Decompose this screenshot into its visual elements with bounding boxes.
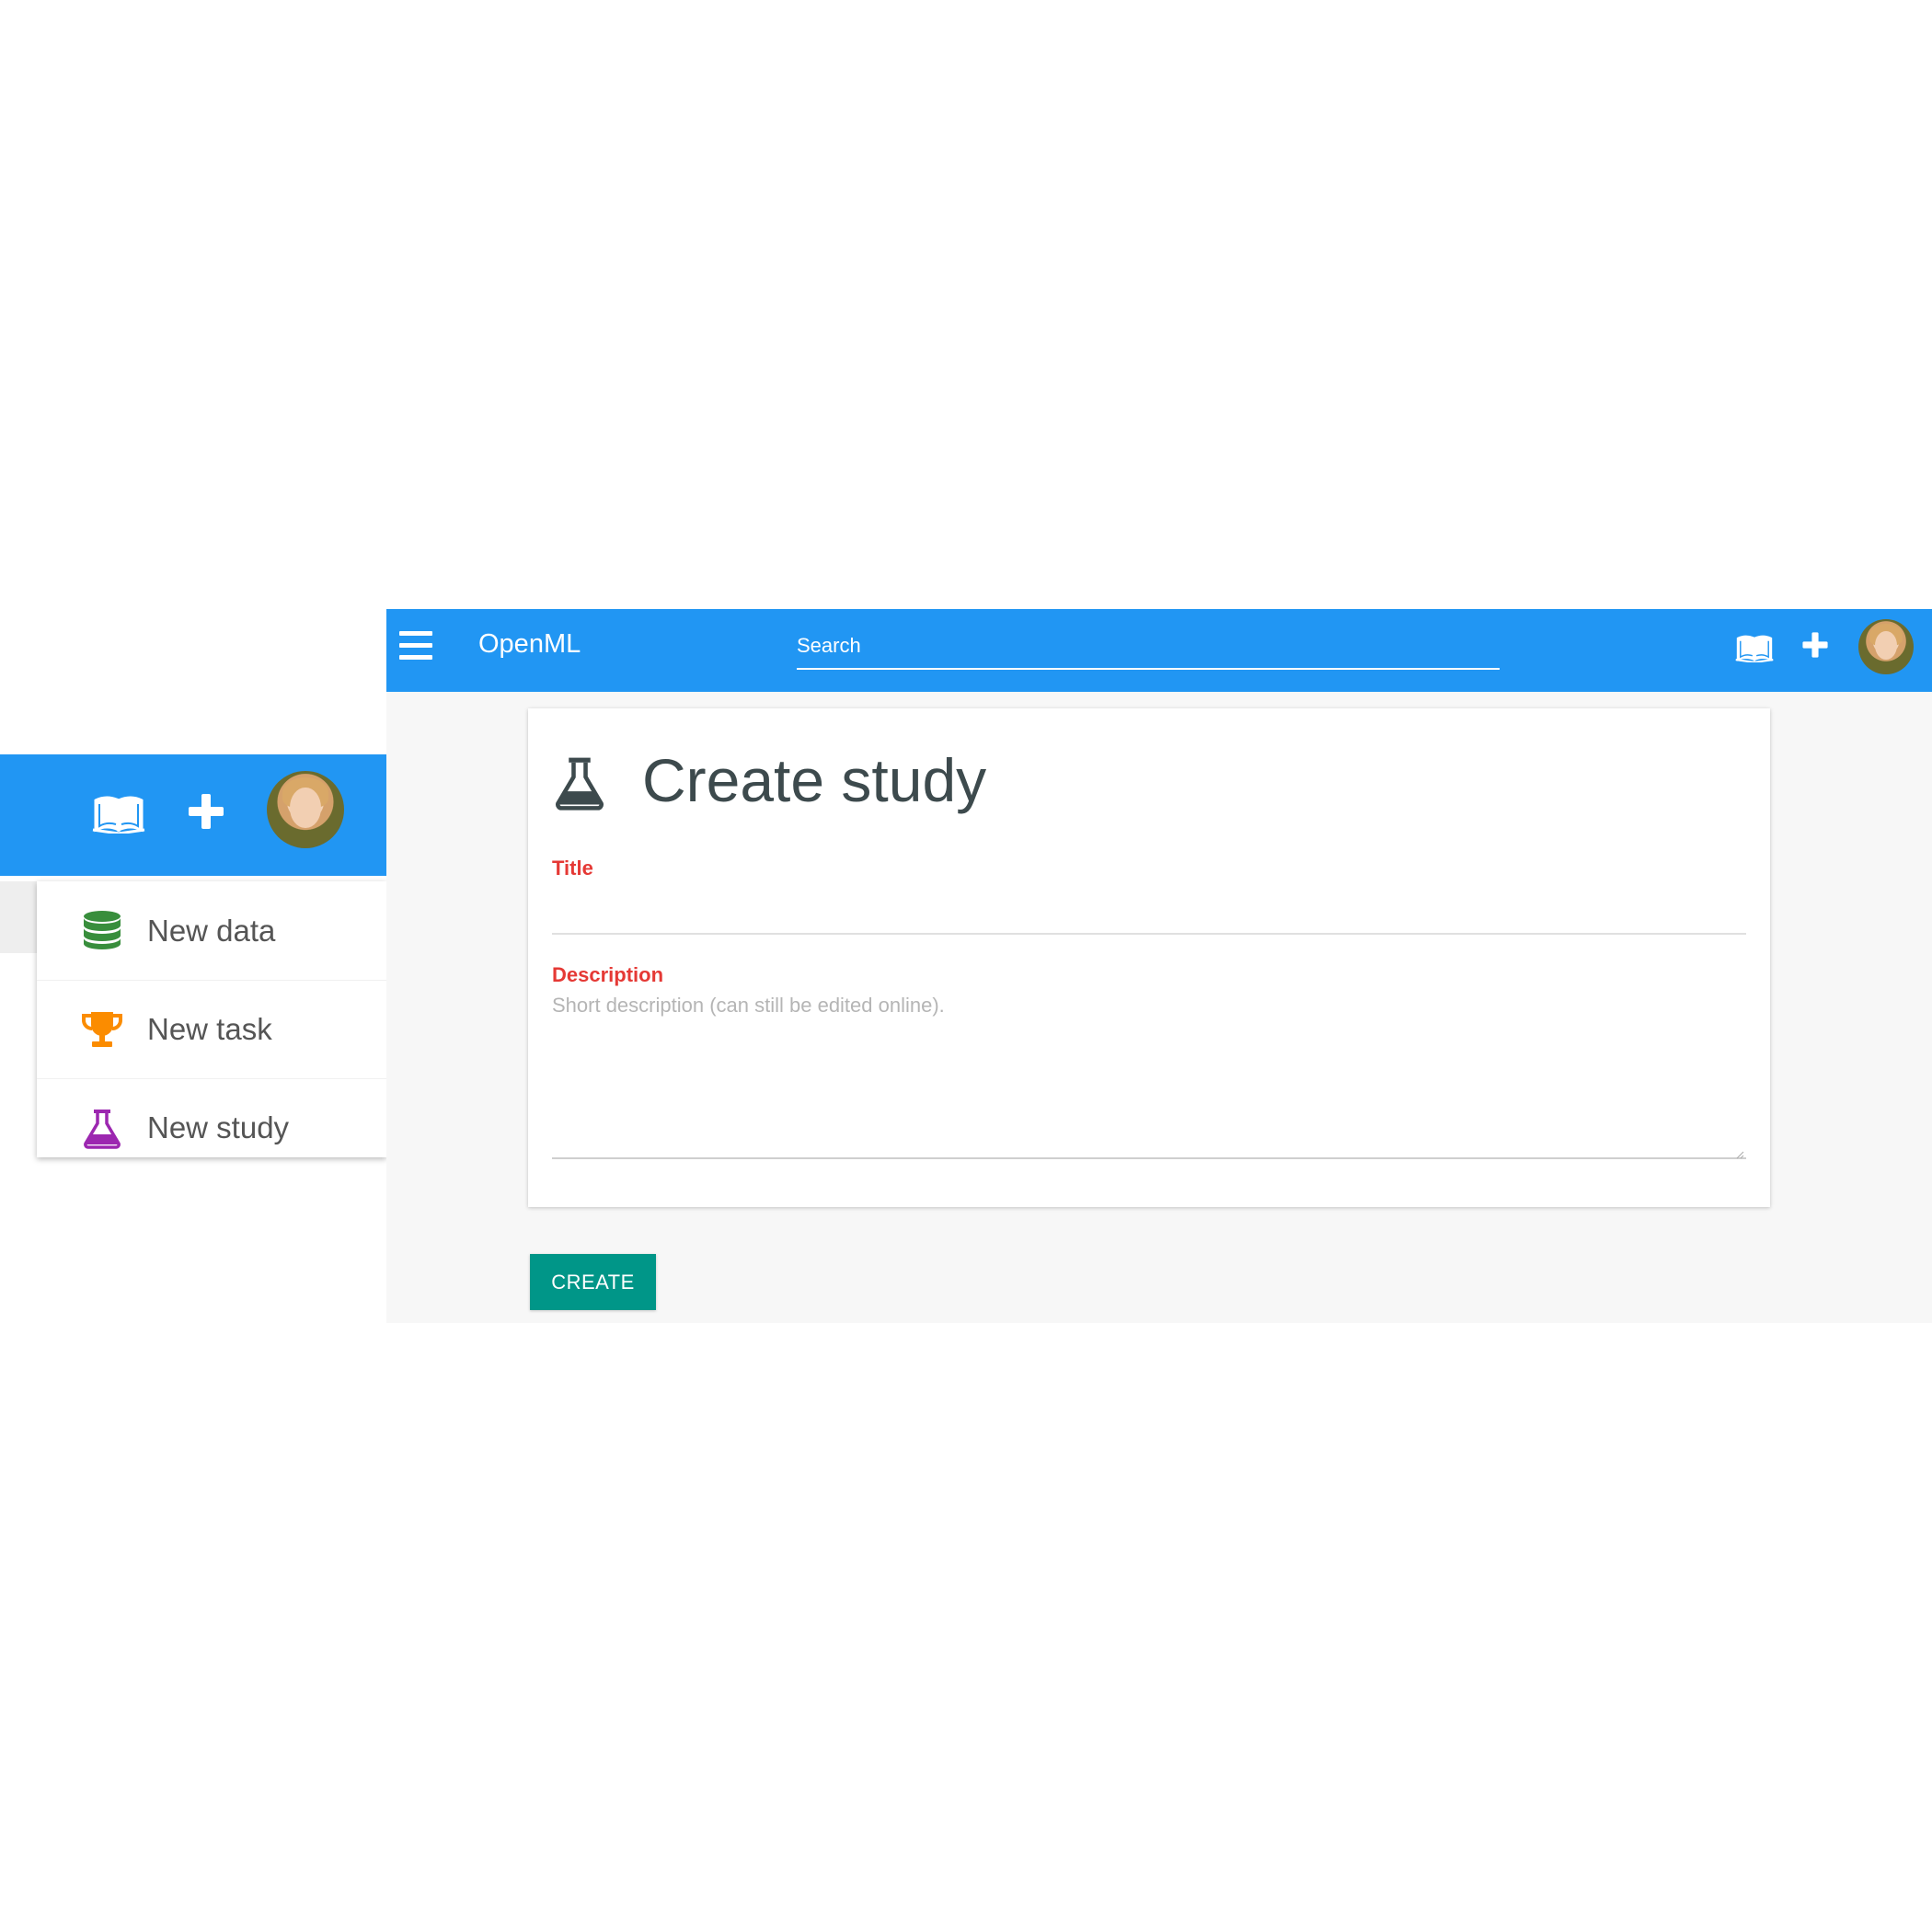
title-field[interactable] [552,889,1746,935]
description-label: Description [552,963,664,986]
menu-item-label: New study [147,1110,290,1144]
avatar[interactable] [1858,619,1914,674]
menu-icon[interactable] [399,631,432,668]
book-icon[interactable] [92,793,145,834]
plus-icon[interactable] [187,792,225,831]
resize-handle-icon[interactable] [1735,1150,1744,1159]
search-field[interactable] [797,626,1500,670]
app-title[interactable]: OpenML [478,629,581,660]
database-icon [84,911,121,949]
menu-item-label: New data [147,913,276,948]
search-input[interactable] [797,626,1500,666]
add-menu: New data New task New study [37,881,386,1157]
menu-item-new-study[interactable]: New study [37,1078,386,1177]
description-field[interactable] [552,994,1746,1159]
menu-item-new-task[interactable]: New task [37,980,386,1078]
menu-item-new-data[interactable]: New data [37,881,386,980]
plus-icon[interactable] [1801,631,1829,659]
title-label: Title [552,857,593,880]
page-title: Create study [642,746,987,814]
avatar[interactable] [267,771,344,848]
book-icon[interactable] [1735,633,1774,662]
flask-icon [556,757,604,811]
menu-item-label: New task [147,1012,272,1046]
flask-icon [84,1110,121,1149]
create-button[interactable]: CREATE [530,1254,656,1310]
trophy-icon [82,1012,122,1047]
